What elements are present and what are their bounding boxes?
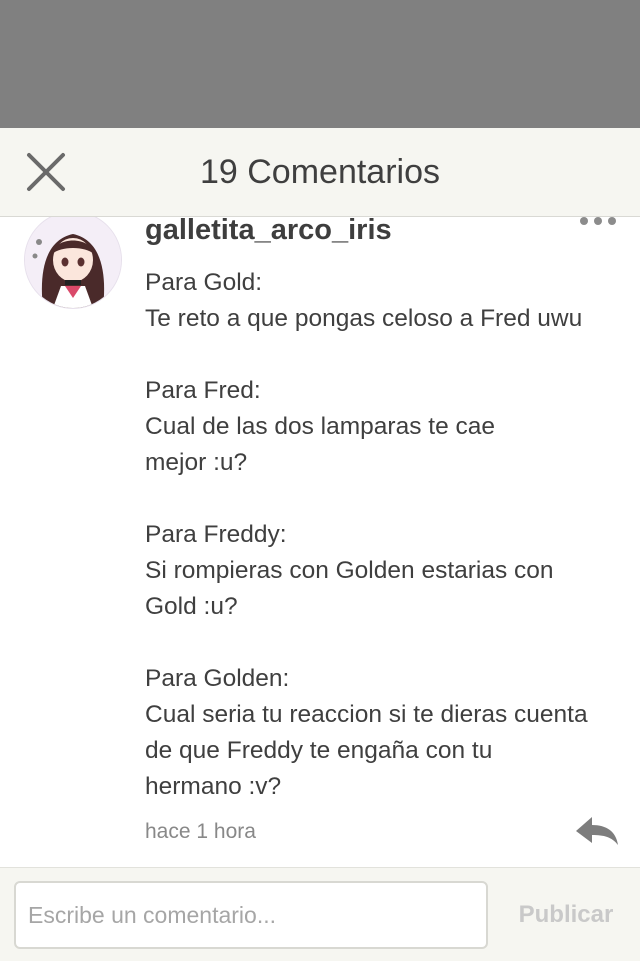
comment-line — [145, 481, 625, 517]
avatar[interactable] — [24, 217, 122, 309]
background-overlay[interactable] — [0, 0, 640, 128]
comment-composer: Publicar — [0, 867, 640, 961]
comment-line: hermano :v? — [145, 773, 282, 800]
more-options-button[interactable] — [578, 217, 618, 229]
comments-header: 19 Comentarios — [0, 128, 640, 217]
comment-line: mejor :u? — [145, 449, 248, 476]
comment-line: de que Freddy te engaña con tu — [145, 737, 493, 764]
comment-input[interactable] — [14, 881, 488, 949]
reply-button[interactable] — [574, 815, 620, 849]
comment-line — [145, 337, 625, 373]
comment-line: Cual seria tu reaccion si te dieras cuen… — [145, 701, 588, 728]
comment-line: Para Freddy: — [145, 521, 287, 548]
close-icon — [27, 153, 65, 191]
comment-line: Gold :u? — [145, 593, 238, 620]
comment-list[interactable]: galletita_arco_iris Para Gold: Te reto a … — [0, 217, 640, 867]
reply-arrow-icon — [576, 817, 618, 845]
page-title: 19 Comentarios — [199, 153, 440, 191]
close-button[interactable] — [24, 150, 68, 194]
comment-line: Para Gold: — [145, 269, 263, 296]
comment-line: Para Fred: — [145, 377, 261, 404]
comment-author[interactable]: galletita_arco_iris — [145, 217, 392, 247]
publish-button[interactable]: Publicar — [506, 881, 626, 949]
comment-line: Te reto a que pongas celoso a Fred uwu — [145, 305, 583, 332]
comment-line: Si rompieras con Golden estarias con — [145, 557, 554, 584]
comment-line: Cual de las dos lamparas te cae — [145, 413, 495, 440]
comment-body: Para Gold: Te reto a que pongas celoso a … — [145, 265, 625, 805]
more-dots-icon — [580, 217, 588, 225]
comment-timestamp: hace 1 hora — [145, 820, 256, 843]
comment-line — [145, 625, 625, 661]
comment-line: Para Golden: — [145, 665, 290, 692]
